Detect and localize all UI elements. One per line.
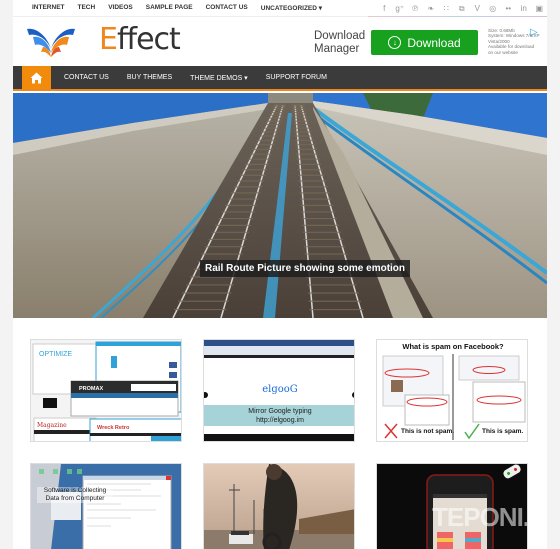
page: INTERNET TECH VIDEOS SAMPLE PAGE CONTACT… — [13, 0, 547, 549]
ad-title-line2: Manager — [314, 43, 360, 55]
flickr-icon[interactable]: •• — [501, 3, 517, 14]
not-spam-label: This is not spam. — [401, 428, 455, 435]
software-desktop-image — [31, 464, 181, 549]
home-button[interactable] — [22, 66, 51, 89]
post-thumb-software[interactable]: Software is Collecting Data from Compute… — [30, 463, 182, 549]
main-nav-theme-demos[interactable]: THEME DEMOS ▾ — [190, 74, 248, 82]
butterfly-logo-icon[interactable] — [25, 25, 77, 59]
vimeo-icon[interactable]: V — [470, 3, 486, 14]
svg-text:Wreck Retro: Wreck Retro — [97, 425, 130, 431]
post-thumb-facebook-spam[interactable]: What is spam on Facebook? This is not sp… — [376, 339, 528, 442]
ad-download-button[interactable]: ↓ Download — [371, 30, 478, 55]
instagram-icon[interactable]: ⧉ — [454, 3, 470, 14]
main-nav-contact-us[interactable]: CONTACT US — [64, 74, 109, 81]
facebook-spam-image — [377, 340, 527, 441]
svg-text:Magazine: Magazine — [37, 422, 67, 429]
software-caption: Software is Collecting Data from Compute… — [37, 487, 113, 503]
dribbble-icon[interactable]: ◎ — [485, 3, 501, 14]
post-thumb-game[interactable] — [203, 463, 355, 549]
top-nav: INTERNET TECH VIDEOS SAMPLE PAGE CONTACT… — [32, 4, 335, 12]
mirror-google-caption: Mirror Google typing http://elgoog.im — [204, 407, 354, 425]
mirror-google-line1: Mirror Google typing — [248, 408, 312, 415]
google-logo-mirrored: elgooG — [262, 384, 298, 395]
main-nav-support-forum[interactable]: SUPPORT FORUM — [266, 74, 327, 81]
hero-slider[interactable]: Rail Route Picture showing some emotion — [13, 93, 547, 318]
main-nav-items: CONTACT US BUY THEMES THEME DEMOS ▾ SUPP… — [64, 66, 345, 89]
svg-text:PROMAX: PROMAX — [79, 386, 103, 392]
post-thumb-phone[interactable]: TEPONI.R — [376, 463, 528, 549]
logo-first-letter: E — [99, 22, 118, 57]
main-nav: CONTACT US BUY THEMES THEME DEMOS ▾ SUPP… — [13, 66, 547, 91]
google-plus-icon[interactable]: g⁺ — [392, 3, 408, 14]
hero-image — [13, 93, 547, 318]
facebook-icon[interactable]: f — [377, 3, 393, 14]
themes-collage-image: OPTIMIZE PROMAX Magazine Wreck Retro — [31, 340, 181, 441]
header: Effect Download Manager ↓ Download Size:… — [13, 17, 547, 65]
spam-label: This is spam. — [482, 428, 524, 435]
svg-text:OPTIMIZE: OPTIMIZE — [39, 351, 72, 358]
mirror-google-line2: http://elgoog.im — [256, 417, 304, 424]
game-screenshot-image — [204, 464, 354, 549]
post-thumb-mirror-google[interactable]: elgooG Mirror Google typing http://elgoo… — [203, 339, 355, 442]
top-bar: INTERNET TECH VIDEOS SAMPLE PAGE CONTACT… — [13, 0, 547, 17]
top-nav-internet[interactable]: INTERNET — [32, 4, 65, 12]
download-arrow-icon: ↓ — [388, 36, 402, 49]
pinterest-icon[interactable]: ℗ — [408, 3, 424, 14]
site-logo[interactable]: Effect — [99, 22, 181, 57]
ad-info-line: on our website — [488, 49, 518, 55]
social-icons: f g⁺ ℗ ❧ ∷ ⧉ V ◎ •• in ▣ — [377, 3, 548, 14]
main-nav-buy-themes[interactable]: BUY THEMES — [127, 74, 172, 81]
twitter-icon[interactable]: ❧ — [423, 3, 439, 14]
top-nav-tech[interactable]: TECH — [78, 4, 96, 12]
adchoices-icon[interactable]: ▷ — [530, 27, 538, 38]
top-nav-uncategorized[interactable]: UNCATEGORIZED ▾ — [261, 4, 322, 12]
youtube-icon[interactable]: ▣ — [532, 3, 548, 14]
home-icon — [30, 72, 43, 83]
post-thumb-themes[interactable]: OPTIMIZE PROMAX Magazine Wreck Retro — [30, 339, 182, 442]
top-nav-videos[interactable]: VIDEOS — [108, 4, 133, 12]
top-nav-sample-page[interactable]: SAMPLE PAGE — [146, 4, 193, 12]
facebook-spam-title: What is spam on Facebook? — [402, 342, 504, 351]
ad-download-label: Download — [407, 35, 461, 50]
top-nav-contact-us[interactable]: CONTACT US — [206, 4, 248, 12]
ad-info: Size: 0.66Mb System: Windows 7/8/XP Vist… — [488, 28, 548, 55]
ad-title[interactable]: Download Manager — [314, 30, 365, 56]
rss-icon[interactable]: ∷ — [439, 3, 455, 14]
hero-caption[interactable]: Rail Route Picture showing some emotion — [200, 260, 411, 277]
logo-rest: ffect — [116, 22, 181, 57]
watermark-text: TEPONI.R — [432, 502, 527, 532]
linkedin-icon[interactable]: in — [516, 3, 532, 14]
ad-title-line1: Download — [314, 30, 366, 42]
